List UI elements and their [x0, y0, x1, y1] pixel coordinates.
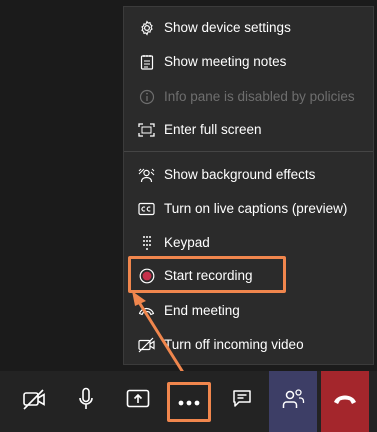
menu-item-label: Show background effects [164, 167, 316, 182]
fullscreen-icon [138, 121, 155, 138]
menu-divider [124, 151, 373, 152]
menu-item-device-settings[interactable]: Show device settings [124, 12, 373, 42]
camera-off-icon [22, 388, 46, 415]
video-off-icon [138, 336, 155, 353]
gear-icon [138, 19, 155, 36]
menu-item-live-captions[interactable]: Turn on live captions (preview) [124, 193, 373, 223]
menu-item-label: Info pane is disabled by policies [164, 89, 355, 104]
end-call-icon [138, 302, 155, 319]
menu-item-label: Turn on live captions (preview) [164, 201, 348, 216]
participants-icon [281, 388, 305, 415]
more-actions-highlight [167, 382, 211, 422]
menu-item-label: Show meeting notes [164, 54, 287, 69]
hang-up-button[interactable] [321, 371, 369, 432]
keypad-icon [138, 234, 155, 251]
camera-off-button[interactable] [10, 371, 58, 432]
info-icon [138, 88, 155, 105]
share-screen-button[interactable] [114, 371, 162, 432]
menu-item-full-screen[interactable]: Enter full screen [124, 114, 373, 144]
menu-item-end-meeting[interactable]: End meeting [124, 295, 373, 325]
microphone-button[interactable] [62, 371, 110, 432]
menu-item-label: Keypad [164, 235, 210, 250]
chat-button[interactable] [218, 371, 266, 432]
share-icon [126, 389, 150, 414]
menu-item-background-effects[interactable]: Show background effects [124, 159, 373, 189]
menu-item-incoming-video-off[interactable]: Turn off incoming video [124, 329, 373, 359]
hang-up-icon [333, 393, 357, 411]
captions-icon [138, 200, 155, 217]
start-recording-highlight [128, 256, 286, 293]
menu-item-label: Show device settings [164, 20, 291, 35]
background-effects-icon [138, 166, 155, 183]
menu-item-label: Enter full screen [164, 122, 262, 137]
participants-button[interactable] [269, 371, 317, 432]
more-actions-menu: Show device settings Show meeting notes … [123, 6, 374, 365]
microphone-icon [78, 387, 94, 416]
menu-item-label: End meeting [164, 303, 240, 318]
notes-icon [138, 53, 155, 70]
menu-item-info-pane-disabled: Info pane is disabled by policies [124, 81, 373, 111]
menu-item-meeting-notes[interactable]: Show meeting notes [124, 46, 373, 76]
menu-item-label: Turn off incoming video [164, 337, 304, 352]
chat-icon [232, 389, 252, 414]
menu-item-keypad[interactable]: Keypad [124, 227, 373, 257]
